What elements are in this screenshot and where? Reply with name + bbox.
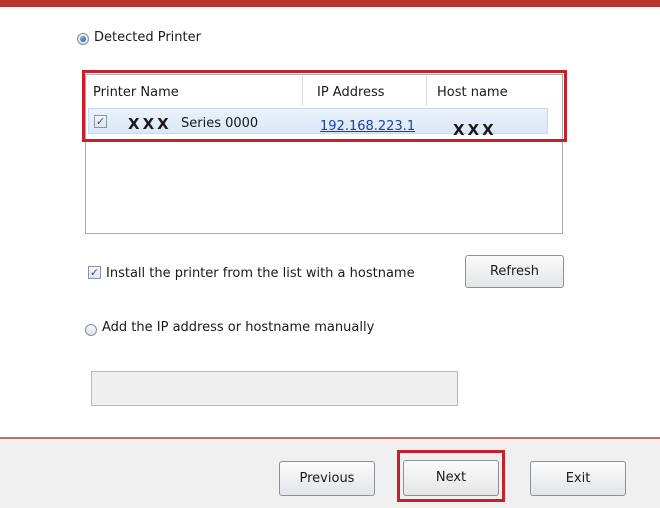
manual-entry-label: Add the IP address or hostname manually — [102, 320, 375, 335]
printer-row-checkbox[interactable]: ✓ — [94, 115, 107, 128]
column-separator — [426, 76, 427, 106]
column-header-printer-name[interactable]: Printer Name — [93, 85, 179, 100]
window-top-accent-bar — [0, 0, 660, 7]
next-button[interactable]: Next — [403, 460, 499, 496]
printer-ip-link[interactable]: 192.168.223.1 — [320, 119, 415, 134]
column-header-ip-address[interactable]: IP Address — [317, 85, 385, 100]
detected-printer-radio[interactable] — [77, 33, 89, 45]
detected-printer-label: Detected Printer — [94, 30, 201, 45]
manual-address-input[interactable] — [91, 371, 458, 406]
column-header-host-name[interactable]: Host name — [437, 85, 508, 100]
install-hostname-label: Install the printer from the list with a… — [106, 266, 415, 281]
printer-host-name: XXX — [453, 121, 497, 139]
printer-name-series: Series 0000 — [181, 116, 259, 131]
column-separator — [302, 76, 303, 106]
refresh-button[interactable]: Refresh — [465, 255, 564, 288]
exit-button[interactable]: Exit — [530, 461, 626, 496]
install-hostname-checkbox[interactable]: ✓ — [88, 266, 101, 279]
previous-button[interactable]: Previous — [279, 461, 375, 496]
manual-entry-radio[interactable] — [85, 324, 97, 336]
printer-name-masked: XXX — [128, 115, 172, 133]
